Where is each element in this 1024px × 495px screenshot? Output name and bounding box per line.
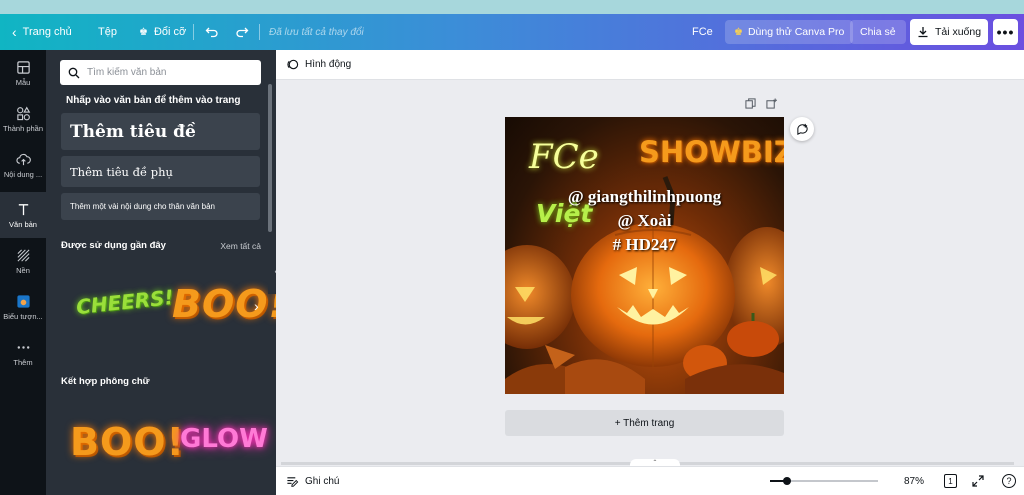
left-rail: Mẫu Thành phần Nội dung ... Văn bản Nền … (0, 50, 46, 495)
design-title[interactable]: FCe (692, 14, 713, 50)
rail-label: Biểu tượn... (3, 311, 43, 321)
page-tools (745, 98, 777, 109)
add-comment-button[interactable] (790, 117, 814, 141)
divider (259, 24, 260, 40)
font-combo-heading: Kết hợp phông chữ (61, 376, 150, 387)
file-label: Tệp (98, 26, 117, 38)
download-icon (918, 27, 928, 38)
save-status: Đã lưu tất cả thay đổi (269, 26, 364, 38)
design-text-line-2[interactable]: @ Xoài (505, 211, 784, 231)
font-combo-section-header: Kết hợp phông chữ (61, 376, 261, 387)
chevron-right-icon[interactable]: › (254, 298, 259, 314)
rail-item-uploads[interactable]: Nội dung ... (0, 142, 46, 188)
notes-button[interactable]: Ghi chú (286, 467, 339, 495)
rail-label: Mẫu (15, 77, 31, 87)
rail-label: Văn bản (9, 219, 37, 229)
rail-item-templates[interactable]: Mẫu (0, 50, 46, 96)
animate-icon (287, 59, 299, 70)
recent-section-header: Được sử dụng gần đây Xem tất cả (61, 240, 261, 251)
add-page-icon[interactable] (766, 98, 777, 109)
panel-scrollbar[interactable] (268, 84, 272, 232)
help-button[interactable]: ? (1002, 467, 1016, 495)
crown-icon: ♚ (734, 26, 743, 38)
rail-label: Thêm (13, 357, 33, 367)
rail-label: Thành phần (2, 123, 44, 133)
design-text-line-3[interactable]: # HD247 (505, 235, 784, 255)
search-input[interactable]: Tìm kiếm văn bản (60, 60, 261, 85)
rail-item-text[interactable]: Văn bản (0, 192, 46, 238)
font-combo-glow[interactable]: GLOW (180, 424, 268, 454)
undo-button[interactable] (205, 14, 219, 50)
share-label: Chia sẻ (860, 26, 896, 38)
add-page-button[interactable]: + Thêm trang (505, 410, 784, 436)
download-label: Tải xuống (934, 26, 982, 38)
share-button[interactable]: Chia sẻ (850, 20, 906, 44)
fullscreen-button[interactable] (972, 467, 984, 495)
text-icon (18, 203, 28, 215)
try-pro-button[interactable]: ♚ Dùng thử Canva Pro (725, 20, 854, 44)
design-page[interactable]: FCe SHOWBIZ Việt @ giangthilinhpuong @ X… (505, 117, 784, 394)
rail-label: Nền (16, 265, 30, 275)
text-panel: Tìm kiếm văn bản Nhấp vào văn bản để thê… (46, 50, 286, 495)
add-heading-button[interactable]: Thêm tiêu đề (61, 113, 260, 150)
editor-toolbar: Hình động (276, 50, 1024, 80)
redo-icon (236, 27, 249, 38)
page-count-icon: 1 (944, 474, 957, 488)
rail-item-logos[interactable]: Biểu tượn... (0, 284, 46, 330)
zoom-value[interactable]: 87% (904, 467, 924, 495)
upload-icon (15, 153, 31, 165)
resize-label: Đổi cỡ (153, 26, 187, 38)
animate-label: Hình động (305, 59, 352, 70)
animate-button[interactable]: Hình động (286, 58, 351, 71)
help-icon: ? (1002, 474, 1016, 488)
undo-icon (205, 27, 218, 38)
design-text-line-1[interactable]: @ giangthilinhpuong (505, 187, 784, 207)
ellipsis-icon: ••• (996, 24, 1015, 40)
template-icon (16, 60, 30, 74)
home-label: Trang chủ (22, 26, 72, 38)
brand-logo-icon (16, 294, 30, 308)
notes-label: Ghi chú (305, 475, 340, 487)
sticker-cheers[interactable]: CHEERS! (75, 285, 175, 319)
home-button[interactable]: ‹ Trang chủ (12, 14, 72, 50)
resize-button[interactable]: ♚ Đổi cỡ (139, 14, 186, 50)
rail-item-background[interactable]: Nền (0, 238, 46, 284)
see-all-link[interactable]: Xem tất cả (220, 241, 261, 251)
browser-strip (0, 0, 1024, 14)
zoom-slider-handle[interactable] (783, 477, 791, 485)
design-text-fce[interactable]: FCe (529, 137, 599, 177)
crown-icon: ♚ (139, 26, 148, 38)
try-pro-label: Dùng thử Canva Pro (747, 26, 845, 38)
bottom-bar: Ghi chú 87% 1 ? (276, 466, 1024, 495)
click-hint: Nhấp vào văn bản để thêm vào trang (66, 95, 241, 106)
font-combo-boo[interactable]: BOO! (70, 420, 185, 464)
more-options-button[interactable]: ••• (993, 19, 1018, 45)
comment-icon (796, 123, 808, 135)
add-subheading-button[interactable]: Thêm tiêu đề phụ (61, 156, 260, 187)
background-icon (17, 249, 29, 261)
design-text-showbiz[interactable]: SHOWBIZ (639, 135, 784, 169)
rail-item-more[interactable]: Thêm (0, 330, 46, 376)
top-bar: ‹ Trang chủ Tệp ♚ Đổi cỡ Đã lưu tất cả t… (0, 14, 1024, 50)
file-menu[interactable]: Tệp (98, 14, 117, 50)
rail-item-elements[interactable]: Thành phần (0, 96, 46, 142)
recent-heading: Được sử dụng gần đây (61, 240, 166, 251)
elements-icon (16, 106, 30, 120)
add-body-text-button[interactable]: Thêm một vài nội dung cho thân văn bản (61, 193, 260, 220)
page-count-button[interactable]: 1 (944, 467, 957, 495)
divider (193, 24, 194, 40)
notes-icon (287, 476, 299, 487)
more-icon (17, 345, 29, 349)
download-button[interactable]: Tải xuống (910, 19, 988, 45)
rail-label: Nội dung ... (3, 169, 43, 179)
fullscreen-icon (972, 475, 984, 487)
duplicate-page-icon[interactable] (745, 98, 756, 109)
search-icon (68, 67, 80, 78)
search-placeholder: Tìm kiếm văn bản (87, 67, 167, 78)
redo-button[interactable] (235, 14, 249, 50)
chevron-left-icon: ‹ (12, 24, 17, 40)
